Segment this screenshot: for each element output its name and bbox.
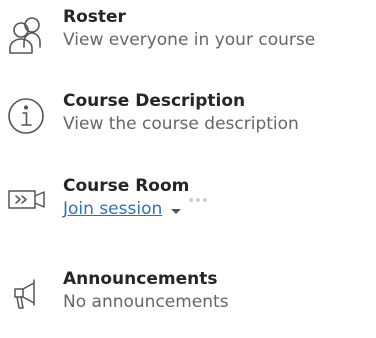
chevron-down-icon[interactable] <box>171 208 182 214</box>
video-camera-icon <box>4 177 50 223</box>
course-description-title[interactable]: Course Description <box>63 90 376 112</box>
join-session-link[interactable]: Join session <box>63 197 162 221</box>
roster-subtitle: View everyone in your course <box>63 30 316 50</box>
course-room-item: Course Room Join session <box>0 175 376 245</box>
roster-item[interactable]: Roster View everyone in your course <box>0 6 376 76</box>
course-description-subtitle: View the course description <box>63 114 299 134</box>
course-room-title: Course Room <box>63 176 190 196</box>
course-tools-list: Roster View everyone in your course Cour… <box>0 0 376 322</box>
megaphone-icon <box>4 270 50 316</box>
info-icon <box>4 94 50 140</box>
more-dot <box>203 198 207 202</box>
course-description-item[interactable]: Course Description View the course descr… <box>0 90 376 160</box>
roster-title[interactable]: Roster <box>63 6 376 28</box>
people-icon <box>4 12 50 58</box>
announcements-subtitle: No announcements <box>63 292 229 312</box>
more-dot <box>189 198 193 202</box>
more-dot <box>196 198 200 202</box>
more-options-button[interactable] <box>189 198 207 202</box>
announcements-item[interactable]: Announcements No announcements <box>0 268 376 338</box>
join-session-row: Join session <box>63 197 376 221</box>
announcements-title[interactable]: Announcements <box>63 268 376 290</box>
